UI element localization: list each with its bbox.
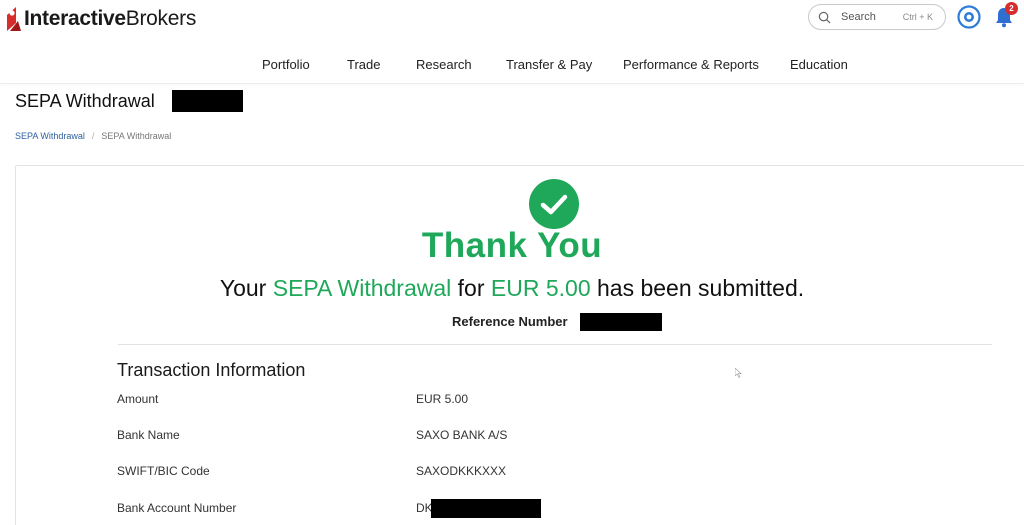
- message-amount: EUR 5.00: [490, 275, 591, 301]
- nav-item-portfolio[interactable]: Portfolio: [262, 57, 310, 72]
- submission-message: Your SEPA Withdrawal for EUR 5.00 has be…: [0, 275, 1024, 302]
- swift-bic-value: SAXODKKKXXX: [416, 464, 507, 478]
- search-icon: [818, 11, 831, 23]
- nav-item-education[interactable]: Education: [790, 57, 848, 72]
- success-check-icon: [529, 179, 579, 229]
- ib-logo[interactable]: InteractiveBrokers: [7, 6, 196, 32]
- user-profile-icon[interactable]: [957, 5, 981, 29]
- nav-item-transfer-pay[interactable]: Transfer & Pay: [506, 57, 592, 72]
- bank-account-number-label: Bank Account Number: [117, 501, 237, 515]
- breadcrumb: SEPA Withdrawal / SEPA Withdrawal: [15, 131, 171, 141]
- breadcrumb-link[interactable]: SEPA Withdrawal: [15, 131, 85, 141]
- main-nav: Portfolio Trade Research Transfer & Pay …: [0, 57, 1024, 75]
- message-mid: for: [457, 275, 485, 301]
- thank-you-heading: Thank You: [421, 226, 603, 265]
- mouse-cursor-icon: [735, 368, 742, 378]
- section-divider: [118, 344, 992, 345]
- logo-text-brokers: Brokers: [125, 7, 197, 30]
- search-placeholder: Search: [841, 11, 876, 23]
- nav-item-research[interactable]: Research: [416, 57, 472, 72]
- logo-text-interactive: Interactive: [24, 7, 126, 30]
- message-withdrawal-type: SEPA Withdrawal: [272, 275, 452, 301]
- swift-bic-label: SWIFT/BIC Code: [117, 464, 210, 478]
- breadcrumb-separator: /: [91, 131, 95, 141]
- ib-logo-mark-icon: [7, 7, 21, 31]
- ib-logo-text: InteractiveBrokers: [24, 7, 196, 31]
- bank-name-value: SAXO BANK A/S: [416, 428, 508, 442]
- redacted-reference-number: [580, 313, 662, 331]
- amount-label: Amount: [117, 392, 159, 406]
- redacted-account-number: [431, 499, 541, 518]
- search-shortcut-hint: Ctrl + K: [902, 12, 933, 22]
- amount-value: EUR 5.00: [416, 392, 469, 406]
- notification-count-badge: 2: [1005, 2, 1018, 15]
- transaction-info-title: Transaction Information: [117, 360, 306, 380]
- redacted-account-id: [172, 90, 243, 112]
- message-suffix: has been submitted.: [597, 275, 805, 301]
- breadcrumb-current: SEPA Withdrawal: [101, 131, 172, 141]
- nav-item-trade[interactable]: Trade: [347, 57, 380, 72]
- top-header: InteractiveBrokers Search Ctrl + K 2 Por…: [0, 0, 1024, 84]
- bank-name-label: Bank Name: [117, 428, 180, 442]
- page-title: SEPA Withdrawal: [15, 91, 155, 111]
- message-prefix: Your: [219, 275, 267, 301]
- search-box[interactable]: Search Ctrl + K: [808, 4, 946, 30]
- reference-number-label: Reference Number: [452, 314, 568, 329]
- nav-item-performance-reports[interactable]: Performance & Reports: [623, 57, 759, 72]
